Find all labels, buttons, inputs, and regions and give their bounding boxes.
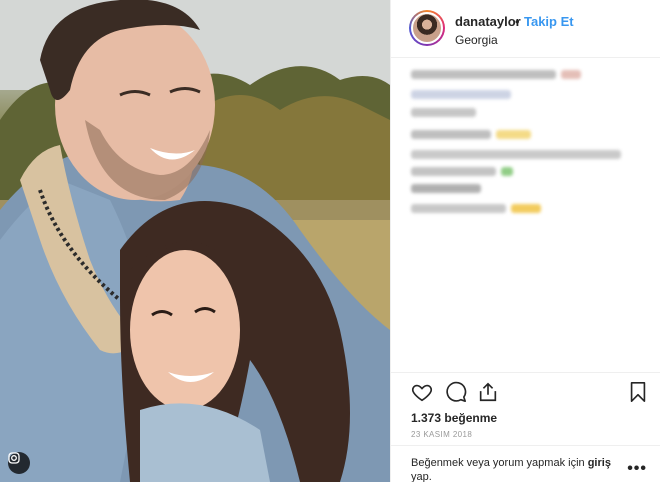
login-prompt-text: Beğenmek veya yorum yapmak için [411, 457, 585, 469]
blurred-text [411, 204, 506, 213]
post-sidebar: danataylor • Takip Et Georgia 1.373 beğe [390, 0, 660, 482]
login-prompt: Beğenmek veya yorum yapmak için giriş ya… [411, 456, 629, 482]
comment-icon[interactable] [445, 381, 467, 403]
post-photo[interactable] [0, 0, 390, 482]
photo-illustration [0, 0, 390, 482]
share-icon[interactable] [477, 381, 499, 403]
login-prompt-suffix: yap. [411, 471, 432, 482]
avatar[interactable] [409, 10, 445, 46]
blurred-text [411, 184, 481, 193]
blurred-text [411, 167, 496, 176]
action-bar [391, 372, 660, 406]
post-date: 23 KASIM 2018 [411, 430, 473, 439]
blurred-emoji [496, 130, 531, 139]
blurred-emoji [501, 167, 513, 176]
login-link[interactable]: giriş [588, 457, 611, 469]
username-link[interactable]: danataylor [455, 14, 521, 29]
post-header: danataylor • Takip Et Georgia [391, 0, 660, 58]
blurred-emoji [511, 204, 541, 213]
bookmark-icon[interactable] [627, 381, 649, 403]
blurred-caption [411, 70, 651, 230]
instagram-icon [8, 452, 30, 474]
blurred-text [411, 150, 621, 159]
blurred-emoji [561, 70, 581, 79]
login-footer: Beğenmek veya yorum yapmak için giriş ya… [391, 445, 660, 482]
blurred-text [411, 130, 491, 139]
blurred-text [411, 70, 556, 79]
follow-button[interactable]: Takip Et [524, 14, 574, 29]
blurred-text [411, 90, 511, 99]
heart-icon[interactable] [411, 381, 433, 403]
likes-count[interactable]: 1.373 beğenme [411, 411, 497, 425]
separator-dot: • [515, 14, 520, 29]
more-options-icon[interactable]: ••• [627, 460, 647, 478]
blurred-text [411, 108, 476, 117]
location-link[interactable]: Georgia [455, 33, 498, 47]
